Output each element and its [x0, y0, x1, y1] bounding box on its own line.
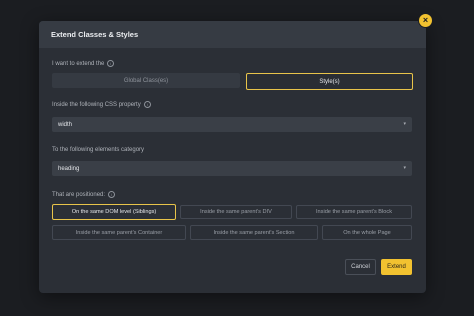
- info-icon[interactable]: i: [108, 191, 116, 198]
- dialog-title: Extend Classes & Styles: [51, 30, 139, 39]
- close-icon[interactable]: ×: [419, 14, 432, 27]
- position-option-label: On the whole Page: [343, 229, 391, 236]
- styles-label: Style(s): [319, 78, 340, 85]
- position-option-parent-block[interactable]: Inside the same parent's Block: [296, 205, 412, 219]
- category-select[interactable]: heading ▾: [52, 161, 412, 176]
- position-option-parent-section[interactable]: Inside the same parent's Section: [190, 225, 318, 240]
- extend-label: Extend: [387, 264, 406, 270]
- extend-dialog: Extend Classes & Styles I want to extend…: [39, 21, 426, 293]
- position-option-label: Inside the same parent's Block: [315, 209, 392, 215]
- chevron-down-icon: ▾: [403, 121, 406, 127]
- styles-option[interactable]: Style(s): [246, 73, 413, 90]
- category-label-row: To the following elements category: [52, 147, 144, 153]
- position-option-label: On the same DOM level (Siblings): [71, 209, 157, 215]
- position-option-parent-container[interactable]: Inside the same parent's Container: [52, 225, 186, 240]
- css-property-select[interactable]: width ▾: [52, 117, 412, 132]
- position-option-label: Inside the same parent's DIV: [200, 209, 272, 215]
- cancel-label: Cancel: [351, 264, 370, 270]
- position-option-label: Inside the same parent's Container: [75, 229, 163, 236]
- position-option-label: Inside the same parent's Section: [213, 229, 295, 236]
- global-classes-option[interactable]: Global Class(es): [52, 73, 240, 88]
- css-property-label-row: Inside the following CSS property i: [52, 101, 151, 108]
- positioned-label-row: That are positioned: i: [52, 191, 116, 198]
- global-classes-label: Global Class(es): [123, 77, 169, 84]
- position-option-parent-div[interactable]: Inside the same parent's DIV: [180, 205, 292, 219]
- extend-label: I want to extend the: [52, 60, 105, 67]
- category-label: To the following elements category: [52, 147, 145, 153]
- dialog-header: Extend Classes & Styles: [39, 21, 426, 48]
- css-property-value: width: [58, 121, 73, 128]
- extend-button[interactable]: Extend: [381, 259, 412, 275]
- info-icon[interactable]: i: [143, 101, 151, 108]
- category-value: heading: [58, 165, 80, 172]
- position-option-whole-page[interactable]: On the whole Page: [322, 225, 412, 240]
- cancel-button[interactable]: Cancel: [345, 259, 376, 275]
- close-glyph: ×: [422, 15, 429, 25]
- extend-label-row: I want to extend the i: [52, 60, 115, 67]
- positioned-label: That are positioned:: [52, 191, 106, 198]
- position-option-siblings[interactable]: On the same DOM level (Siblings): [52, 204, 176, 220]
- chevron-down-icon: ▾: [403, 165, 406, 171]
- info-icon[interactable]: i: [107, 60, 115, 67]
- css-property-label: Inside the following CSS property: [52, 101, 141, 108]
